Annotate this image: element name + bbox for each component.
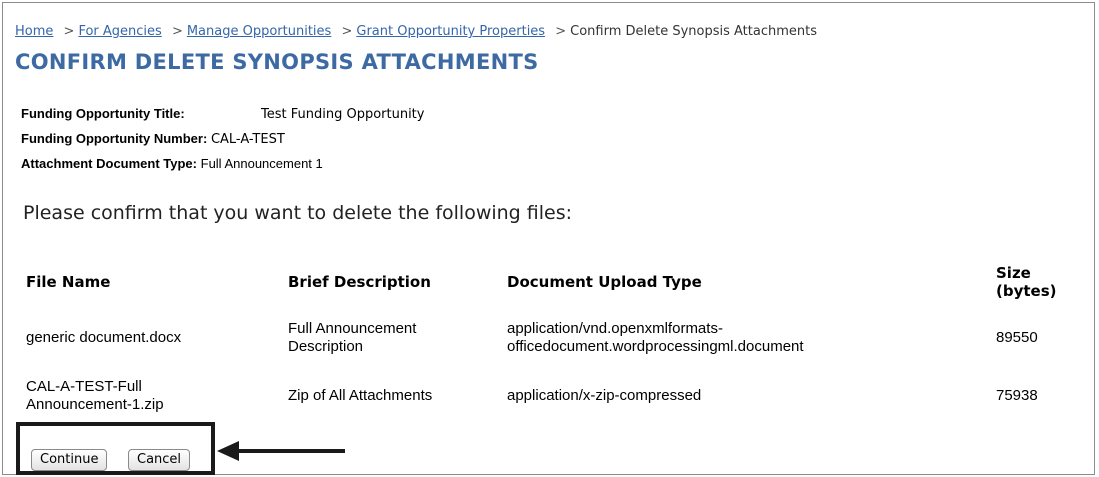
files-table: File Name Brief Description Document Upl…	[16, 254, 1091, 426]
column-header-file-name: File Name	[26, 273, 111, 291]
table-header-row: File Name Brief Description Document Upl…	[16, 254, 1091, 310]
upload-type-line: application/vnd.openxmlformats-	[507, 320, 723, 337]
column-header-description: Brief Description	[288, 273, 431, 291]
attachment-type-label: Attachment Document Type:	[21, 156, 197, 171]
funding-title-label: Funding Opportunity Title:	[21, 106, 185, 121]
column-header-size: Size (bytes)	[996, 254, 1091, 310]
attachment-type-value: Full Announcement 1	[200, 156, 323, 171]
continue-button[interactable]: Continue	[31, 449, 108, 471]
file-name-line: Announcement-1.zip	[26, 396, 164, 413]
breadcrumb-manage-opportunities-link[interactable]: Manage Opportunities	[187, 24, 331, 39]
attachment-type-row: Attachment Document Type: Full Announcem…	[21, 156, 323, 171]
description-line: Full Announcement	[288, 320, 417, 337]
funding-number-row: Funding Opportunity Number: CAL-A-TEST	[21, 131, 285, 147]
cancel-button[interactable]: Cancel	[128, 449, 191, 471]
funding-title-value: Test Funding Opportunity	[261, 107, 425, 122]
description-line: Description	[288, 338, 364, 355]
breadcrumb-grant-properties-link[interactable]: Grant Opportunity Properties	[356, 24, 545, 39]
breadcrumb-home-link[interactable]: Home	[15, 24, 53, 39]
table-row: CAL-A-TEST-Full Announcement-1.zip Zip of…	[16, 366, 1091, 426]
column-header-upload-type: Document Upload Type	[507, 273, 702, 291]
size-value: 75938	[996, 387, 1038, 404]
cell-size: 89550	[996, 310, 1091, 366]
breadcrumb-for-agencies-link[interactable]: For Agencies	[78, 24, 161, 39]
description-line: Zip of All Attachments	[288, 387, 433, 404]
file-name-line: CAL-A-TEST-Full	[26, 378, 142, 395]
cell-description: Zip of All Attachments	[278, 366, 497, 426]
breadcrumb-separator: >	[341, 24, 353, 39]
cell-file-name: generic document.docx	[16, 310, 278, 366]
breadcrumb: Home > For Agencies > Manage Opportunities…	[15, 24, 817, 39]
cell-file-name: CAL-A-TEST-Full Announcement-1.zip	[16, 366, 278, 426]
breadcrumb-separator: >	[555, 24, 567, 39]
file-name-text: generic document.docx	[26, 329, 182, 346]
cell-upload-type: application/x-zip-compressed	[497, 366, 996, 426]
size-header-line1: Size	[996, 264, 1031, 282]
table-row: generic document.docx Full Announcement D…	[16, 310, 1091, 366]
breadcrumb-separator: >	[63, 24, 75, 39]
upload-type-line: officedocument.wordprocessingml.document	[507, 338, 804, 355]
size-value: 89550	[996, 329, 1038, 346]
cell-upload-type: application/vnd.openxmlformats-officedoc…	[497, 310, 996, 366]
confirm-prompt: Please confirm that you want to delete t…	[23, 202, 573, 224]
size-header-line2: (bytes)	[996, 282, 1057, 300]
breadcrumb-separator: >	[171, 24, 183, 39]
page-title: CONFIRM DELETE SYNOPSIS ATTACHMENTS	[15, 50, 539, 74]
funding-number-value: CAL-A-TEST	[210, 132, 285, 147]
pointer-arrow-icon	[217, 441, 345, 461]
breadcrumb-current: Confirm Delete Synopsis Attachments	[570, 24, 818, 39]
upload-type-line: application/x-zip-compressed	[507, 387, 702, 404]
funding-number-label: Funding Opportunity Number:	[21, 131, 208, 146]
funding-title-row: Funding Opportunity Title: Test Funding O…	[21, 106, 424, 122]
cell-size: 75938	[996, 366, 1091, 426]
cell-description: Full Announcement Description	[278, 310, 497, 366]
